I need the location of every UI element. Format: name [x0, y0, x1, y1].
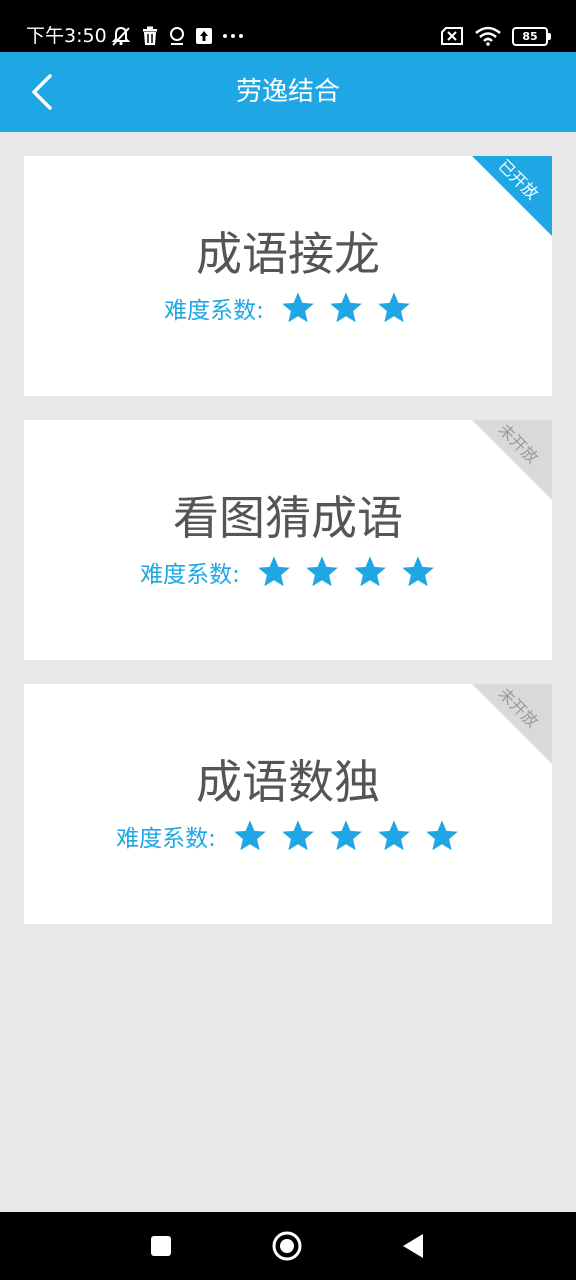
- back-icon: [403, 1234, 423, 1258]
- difficulty-label: 难度系数:: [140, 562, 240, 588]
- game-card-idiom-sudoku[interactable]: 成语数独 难度系数: 未开放: [24, 684, 552, 924]
- game-title: 成语接龙: [196, 227, 380, 281]
- status-icons-right: 85: [440, 24, 551, 48]
- trash-icon: [143, 26, 157, 45]
- difficulty-label: 难度系数:: [116, 826, 216, 852]
- page-title: 劳逸结合: [235, 77, 340, 107]
- status-bar: 下午3:50 85: [0, 0, 576, 52]
- status-ribbon-text: 未开放: [494, 684, 543, 732]
- star-icon: [234, 820, 266, 851]
- star-icon: [354, 556, 386, 587]
- home-icon: [272, 1231, 302, 1261]
- status-ribbon-text: 已开放: [494, 156, 543, 204]
- difficulty-stars: [280, 290, 412, 326]
- game-title: 看图猜成语: [173, 491, 403, 545]
- game-card-idiom-chain[interactable]: 成语接龙 难度系数: 已开放: [24, 156, 552, 396]
- mute-bell-icon: [111, 26, 131, 46]
- recent-apps-icon: [151, 1236, 171, 1256]
- game-title: 成语数独: [196, 755, 380, 809]
- difficulty-stars: [256, 554, 436, 590]
- wifi-icon: [475, 26, 501, 46]
- star-icon: [402, 556, 434, 587]
- difficulty-label: 难度系数:: [164, 298, 264, 324]
- star-icon: [330, 820, 362, 851]
- star-icon: [330, 292, 362, 323]
- recent-apps-button[interactable]: [145, 1230, 177, 1262]
- game-card-guess-idiom[interactable]: 看图猜成语 难度系数: 未开放: [24, 420, 552, 660]
- star-icon: [306, 556, 338, 587]
- difficulty-row: 难度系数:: [24, 554, 552, 590]
- difficulty-row: 难度系数:: [24, 290, 552, 326]
- location-icon: [170, 27, 184, 45]
- battery-icon: 85: [512, 26, 551, 46]
- status-ribbon-text: 未开放: [494, 420, 543, 468]
- status-icons-left: [110, 24, 244, 48]
- home-button[interactable]: [271, 1230, 303, 1262]
- more-icon: [223, 34, 243, 38]
- status-time: 下午3:50: [26, 25, 107, 47]
- star-icon: [258, 556, 290, 587]
- difficulty-stars: [232, 818, 460, 854]
- system-nav-bar: [0, 1212, 576, 1280]
- app-header: 劳逸结合: [0, 52, 576, 132]
- nav-back-button[interactable]: [397, 1230, 429, 1262]
- star-icon: [282, 292, 314, 323]
- star-icon: [378, 292, 410, 323]
- difficulty-row: 难度系数:: [24, 818, 552, 854]
- star-icon: [378, 820, 410, 851]
- no-sim-icon: [441, 27, 463, 45]
- star-icon: [426, 820, 458, 851]
- star-icon: [282, 820, 314, 851]
- upload-icon: [196, 28, 212, 44]
